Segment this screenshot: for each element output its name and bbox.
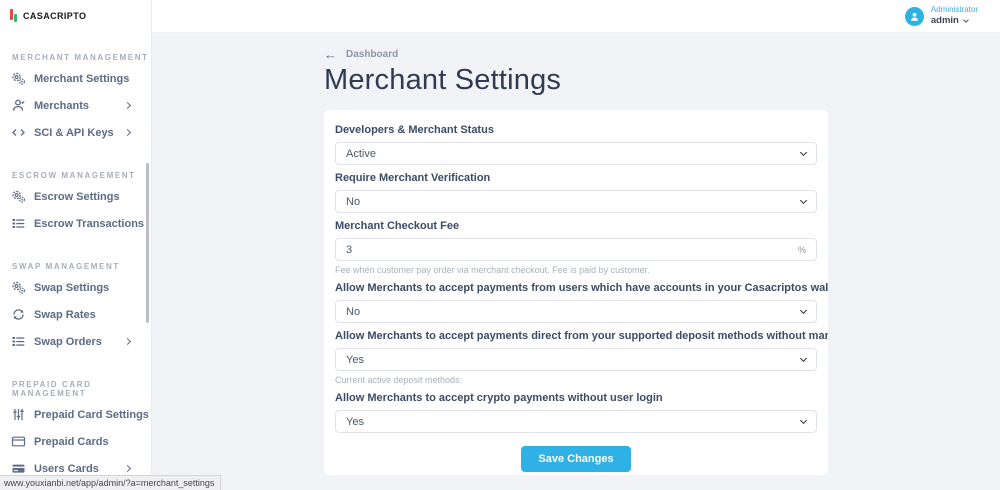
chevron-down-icon [963,17,969,23]
sidebar-item-label: Escrow Settings [34,191,120,203]
section-title: MERCHANT MANAGEMENT [0,53,151,62]
field-label: Allow Merchants to accept payments from … [335,282,817,294]
page-title: Merchant Settings [324,64,828,97]
card-icon [11,434,26,449]
field-group-merchant-status: Developers & Merchant Status Active [335,124,817,165]
avatar[interactable] [905,7,924,26]
user-role: Administrator [931,5,978,15]
select-caret-icon [800,306,807,313]
sidebar-section-merchant-management: MERCHANT MANAGEMENT Merchant Settings Me… [0,53,151,146]
list-icon [11,334,26,349]
top-header: Administrator admin [152,0,1000,33]
sidebar-item-swap-settings[interactable]: Swap Settings [0,274,151,301]
field-group-checkout-fee: Merchant Checkout Fee % Fee when custome… [335,220,817,275]
helper-text: Current active deposit methods: [335,375,817,385]
logo-text: CASACRIPTO [23,11,86,21]
user-icon [11,98,26,113]
select-value: Yes [346,354,364,366]
checkout-fee-input[interactable] [346,239,798,260]
select-value: No [346,306,360,318]
sidebar-item-escrow-settings[interactable]: Escrow Settings [0,183,151,210]
wallet-payments-select[interactable]: No [335,300,817,323]
merchant-status-select[interactable]: Active [335,142,817,165]
sidebar-item-label: Swap Settings [34,282,109,294]
sidebar: CASACRIPTO MERCHANT MANAGEMENT Merchant … [0,0,152,490]
sidebar-section-escrow-management: ESCROW MANAGEMENT Escrow Settings Escrow… [0,171,151,237]
sidebar-item-label: Escrow Transactions [34,218,144,230]
user-name-label: admin [931,15,959,27]
percent-suffix: % [798,245,806,255]
list-icon [11,216,26,231]
cards-icon [11,461,26,476]
field-group-crypto-no-login: Allow Merchants to accept crypto payment… [335,392,817,433]
field-label: Developers & Merchant Status [335,124,817,136]
select-caret-icon [800,196,807,203]
select-value: Active [346,148,376,160]
sliders-icon [11,407,26,422]
sidebar-item-swap-rates[interactable]: Swap Rates [0,301,151,328]
field-label: Merchant Checkout Fee [335,220,817,232]
field-group-merchant-verification: Require Merchant Verification No [335,172,817,213]
sidebar-item-label: Users Cards [34,463,99,475]
back-link[interactable]: ← Dashboard [324,33,828,61]
select-value: No [346,196,360,208]
checkout-fee-control: % [335,238,817,261]
sidebar-item-merchants[interactable]: Merchants [0,92,151,119]
logo-candlestick-icon [10,9,18,23]
settings-card: Developers & Merchant Status Active Requ… [324,110,828,475]
cogs-icon [11,71,26,86]
save-changes-button[interactable]: Save Changes [521,446,630,472]
section-title: PREPAID CARD MANAGEMENT [0,380,151,398]
cogs-icon [11,280,26,295]
sidebar-item-label: Merchants [34,100,89,112]
sidebar-item-label: Prepaid Card Settings [34,409,149,421]
field-label: Require Merchant Verification [335,172,817,184]
select-caret-icon [800,416,807,423]
section-title: SWAP MANAGEMENT [0,262,151,271]
select-value: Yes [346,416,364,428]
person-icon [909,11,920,22]
sidebar-item-label: Merchant Settings [34,73,129,85]
sidebar-section-prepaid-card-management: PREPAID CARD MANAGEMENT Prepaid Card Set… [0,380,151,482]
crypto-no-login-select[interactable]: Yes [335,410,817,433]
sidebar-item-prepaid-cards[interactable]: Prepaid Cards [0,428,151,455]
merchant-verification-select[interactable]: No [335,190,817,213]
sidebar-item-label: SCI & API Keys [34,127,114,139]
chevron-right-icon [124,102,131,109]
back-label: Dashboard [346,49,398,60]
direct-deposit-select[interactable]: Yes [335,348,817,371]
sidebar-item-label: Prepaid Cards [34,436,109,448]
user-menu[interactable]: admin [931,15,978,27]
select-caret-icon [800,354,807,361]
cogs-icon [11,189,26,204]
field-label: Allow Merchants to accept crypto payment… [335,392,817,404]
field-group-wallet-payments: Allow Merchants to accept payments from … [335,282,817,323]
chevron-right-icon [124,129,131,136]
sidebar-item-label: Swap Orders [34,336,102,348]
main-area: ← Dashboard Merchant Settings Developers… [152,33,1000,490]
helper-text: Fee when customer pay order via merchant… [335,265,817,275]
chevron-right-icon [124,465,131,472]
sidebar-item-swap-orders[interactable]: Swap Orders [0,328,151,355]
app-logo[interactable]: CASACRIPTO [0,0,151,23]
field-group-direct-deposit-payments: Allow Merchants to accept payments direc… [335,330,817,385]
sidebar-section-swap-management: SWAP MANAGEMENT Swap Settings Swap Rates… [0,262,151,355]
select-caret-icon [800,148,807,155]
section-title: ESCROW MANAGEMENT [0,171,151,180]
sidebar-scrollbar[interactable] [146,163,149,323]
chevron-right-icon [124,338,131,345]
refresh-icon [11,307,26,322]
sidebar-item-merchant-settings[interactable]: Merchant Settings [0,65,151,92]
code-icon [11,125,26,140]
browser-status-bar: www.youxianbi.net/app/admin/?a=merchant_… [0,475,221,490]
sidebar-item-prepaid-card-settings[interactable]: Prepaid Card Settings [0,401,151,428]
sidebar-item-label: Swap Rates [34,309,96,321]
sidebar-item-escrow-transactions[interactable]: Escrow Transactions [0,210,151,237]
back-arrow-icon: ← [324,48,337,61]
field-label: Allow Merchants to accept payments direc… [335,330,817,342]
user-meta: Administrator admin [931,5,978,27]
sidebar-item-sci-api-keys[interactable]: SCI & API Keys [0,119,151,146]
